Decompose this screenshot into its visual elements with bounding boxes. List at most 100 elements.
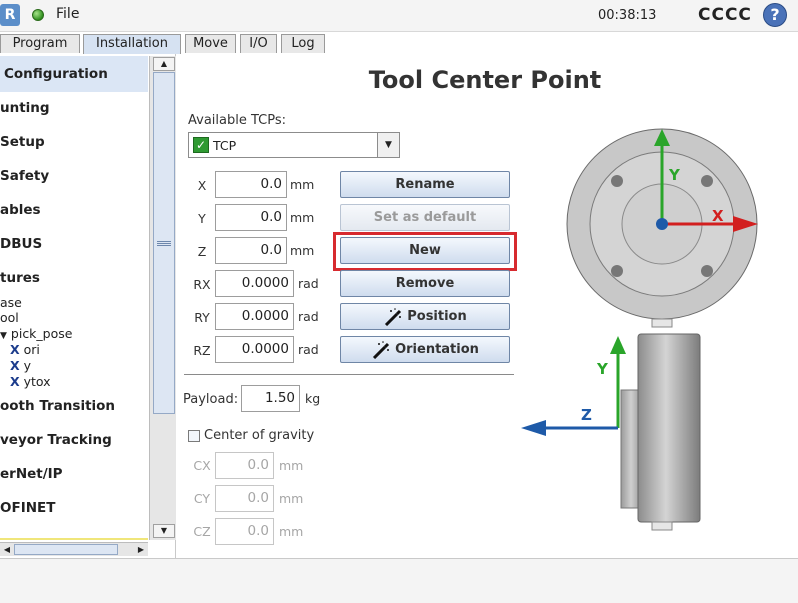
z-unit: mm bbox=[290, 243, 315, 258]
ry-field[interactable]: 0.0000 bbox=[215, 303, 294, 330]
tab-io[interactable]: I/O bbox=[240, 34, 277, 53]
check-icon: ✓ bbox=[193, 137, 209, 153]
y-unit: mm bbox=[290, 210, 315, 225]
x-field[interactable]: 0.0 bbox=[215, 171, 287, 198]
sidebar-item-ethernet-ip[interactable]: erNet/IP bbox=[0, 466, 63, 482]
position-button[interactable]: Position bbox=[340, 303, 510, 330]
top-bar: R File 00:38:13 CCCC ? bbox=[0, 0, 798, 32]
tab-program[interactable]: Program bbox=[0, 34, 80, 53]
expand-arrow-icon[interactable]: ▼ bbox=[0, 331, 7, 341]
feature-x-icon: X bbox=[10, 342, 20, 357]
file-menu[interactable]: File bbox=[56, 6, 79, 22]
set-as-default-button[interactable]: Set as default bbox=[340, 204, 510, 231]
tab-log[interactable]: Log bbox=[281, 34, 325, 53]
z-axis-label: Z bbox=[581, 406, 592, 424]
feature-pick-pose[interactable]: ▼ pick_pose bbox=[0, 326, 72, 341]
cx-field[interactable]: 0.0 bbox=[215, 452, 274, 479]
ur-logo-icon[interactable]: R bbox=[0, 4, 20, 26]
magic-wand-icon bbox=[385, 307, 402, 326]
feature-base[interactable]: ase bbox=[0, 295, 22, 310]
installation-tree: Configuration unting Setup Safety ables … bbox=[0, 54, 148, 540]
cy-field[interactable]: 0.0 bbox=[215, 485, 274, 512]
new-button[interactable]: New bbox=[340, 237, 510, 264]
robot-name: CCCC bbox=[698, 5, 752, 25]
remove-button[interactable]: Remove bbox=[340, 270, 510, 297]
sidebar-item-mounting[interactable]: unting bbox=[0, 100, 50, 116]
orientation-button[interactable]: Orientation bbox=[340, 336, 510, 363]
available-tcps-label: Available TCPs: bbox=[188, 113, 286, 128]
payload-unit: kg bbox=[305, 391, 321, 406]
x-label: X bbox=[197, 178, 207, 193]
scroll-right-icon[interactable]: ▶ bbox=[134, 543, 148, 556]
cz-label: CZ bbox=[193, 524, 211, 539]
center-of-gravity-checkbox[interactable] bbox=[188, 430, 200, 442]
z-field[interactable]: 0.0 bbox=[215, 237, 287, 264]
robot-status-icon bbox=[32, 9, 44, 21]
y-axis-side-arrow-icon bbox=[610, 336, 626, 354]
cz-unit: mm bbox=[279, 524, 304, 539]
rx-field[interactable]: 0.0000 bbox=[215, 270, 294, 297]
cy-label: CY bbox=[193, 491, 211, 506]
grip-icon bbox=[157, 241, 171, 242]
magic-wand-icon bbox=[373, 340, 390, 359]
bolt-hole bbox=[611, 175, 623, 187]
scroll-thumb[interactable] bbox=[14, 544, 118, 555]
scroll-thumb[interactable] bbox=[153, 72, 175, 414]
tab-installation[interactable]: Installation bbox=[83, 34, 181, 54]
scroll-left-icon[interactable]: ◀ bbox=[0, 543, 14, 556]
cz-field[interactable]: 0.0 bbox=[215, 518, 274, 545]
sidebar-item-features[interactable]: tures bbox=[0, 270, 40, 286]
tab-move[interactable]: Move bbox=[185, 34, 236, 53]
tcp-select-value: TCP bbox=[213, 138, 237, 153]
sidebar-item-smooth-transition[interactable]: ooth Transition bbox=[0, 398, 115, 414]
feature-label: ori bbox=[23, 342, 40, 357]
feature-tool[interactable]: ool bbox=[0, 310, 19, 325]
tool-flange-diagram: Y X Y Z bbox=[521, 128, 758, 531]
y-field[interactable]: 0.0 bbox=[215, 204, 287, 231]
sidebar-vertical-scrollbar[interactable]: ▲ ▼ bbox=[149, 56, 176, 540]
flange-pin bbox=[651, 318, 673, 328]
bolt-hole bbox=[611, 265, 623, 277]
feature-child-y[interactable]: X y bbox=[10, 358, 31, 373]
orientation-button-label: Orientation bbox=[395, 342, 479, 357]
sidebar-item-label: Configuration bbox=[4, 66, 108, 82]
sidebar-item-conveyor-tracking[interactable]: veyor Tracking bbox=[0, 432, 112, 448]
sidebar-item-setup[interactable]: Setup bbox=[0, 134, 45, 150]
bolt-hole bbox=[701, 175, 713, 187]
rename-button[interactable]: Rename bbox=[340, 171, 510, 198]
center-of-gravity-label: Center of gravity bbox=[204, 428, 315, 443]
sidebar-item-profinet[interactable]: OFINET bbox=[0, 500, 55, 516]
sidebar-item-modbus[interactable]: DBUS bbox=[0, 236, 42, 252]
feature-child-ori[interactable]: X ori bbox=[10, 342, 40, 357]
feature-child-ytox[interactable]: X ytox bbox=[10, 374, 51, 389]
tcp-panel: Tool Center Point Available TCPs: ✓ TCP … bbox=[178, 54, 798, 558]
sidebar-item-safety[interactable]: Safety bbox=[0, 168, 49, 184]
clock: 00:38:13 bbox=[598, 8, 657, 23]
x-axis-label: X bbox=[712, 207, 724, 225]
scroll-up-icon[interactable]: ▲ bbox=[153, 57, 175, 71]
y-axis-side-label: Y bbox=[596, 360, 609, 378]
position-button-label: Position bbox=[407, 309, 467, 324]
x-unit: mm bbox=[290, 177, 315, 192]
flange-side-body bbox=[637, 333, 701, 523]
scroll-down-icon[interactable]: ▼ bbox=[153, 524, 175, 538]
rz-label: RZ bbox=[193, 343, 211, 358]
rz-unit: rad bbox=[298, 342, 319, 357]
cx-unit: mm bbox=[279, 458, 304, 473]
rx-label: RX bbox=[193, 277, 211, 292]
sidebar-item-configuration[interactable]: Configuration bbox=[0, 56, 148, 92]
cx-label: CX bbox=[193, 458, 211, 473]
sidebar-horizontal-scrollbar[interactable]: ◀ ▶ bbox=[0, 542, 148, 556]
help-icon[interactable]: ? bbox=[763, 3, 787, 27]
flange-pin bbox=[651, 521, 673, 531]
feature-x-icon: X bbox=[10, 358, 20, 373]
ry-unit: rad bbox=[298, 309, 319, 324]
tcp-select[interactable]: ✓ TCP ▼ bbox=[188, 132, 400, 158]
feature-label: pick_pose bbox=[10, 326, 73, 341]
z-label: Z bbox=[197, 244, 207, 259]
rz-field[interactable]: 0.0000 bbox=[215, 336, 294, 363]
sidebar-item-variables[interactable]: ables bbox=[0, 202, 41, 218]
y-label: Y bbox=[198, 211, 206, 226]
chevron-down-icon[interactable]: ▼ bbox=[377, 133, 399, 157]
payload-field[interactable]: 1.50 bbox=[241, 385, 300, 412]
